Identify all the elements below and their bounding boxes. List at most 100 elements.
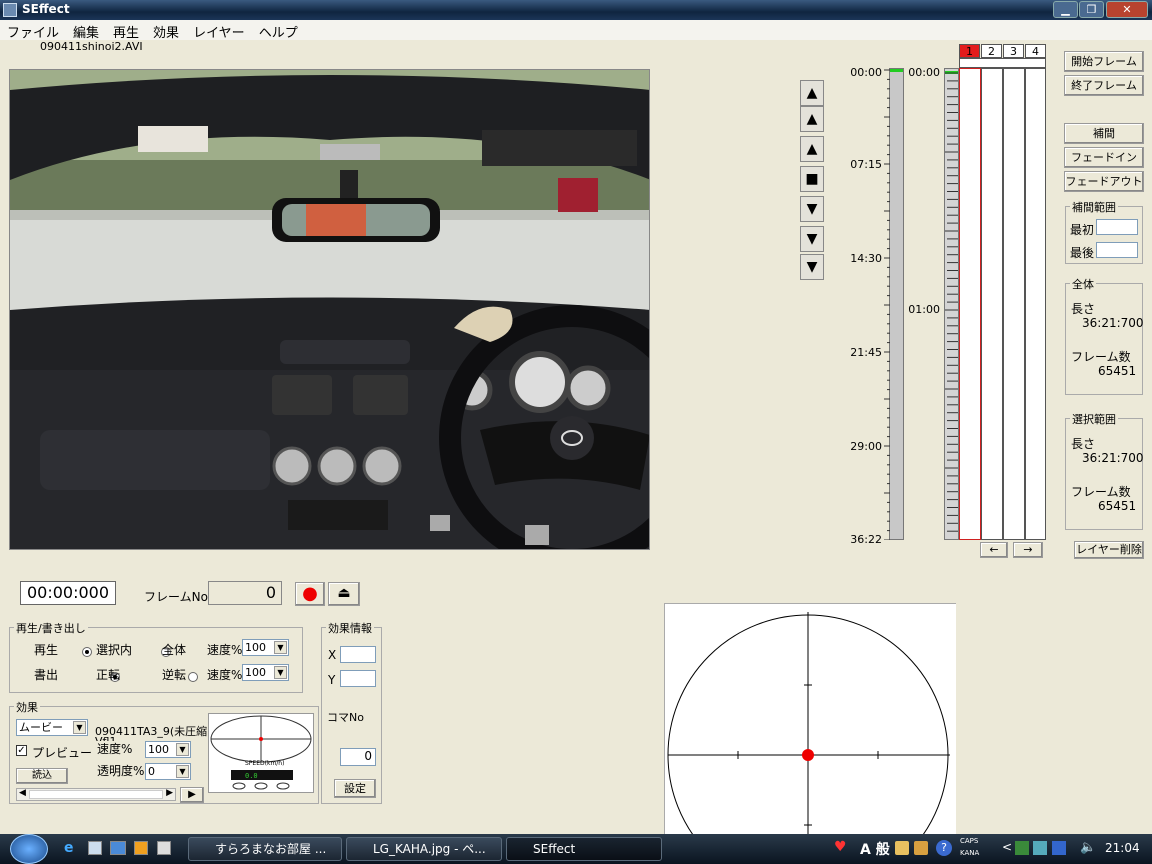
step-forward-button[interactable]: ▼ [800, 196, 824, 222]
play-all-label: 全体 [162, 643, 187, 657]
position-panel[interactable] [664, 603, 956, 835]
layer-tab-4[interactable]: 4 [1025, 44, 1046, 58]
app-quicklaunch-icon[interactable] [157, 841, 171, 855]
menu-layer[interactable]: レイヤー [186, 20, 252, 43]
opacity-select[interactable]: 0 ▼ [145, 763, 191, 780]
task-paint[interactable]: LG_KAHA.jpg - ペ... [346, 837, 502, 861]
ime-dict-icon[interactable] [914, 841, 928, 855]
whole-length-label: 長さ [1071, 302, 1096, 316]
play-selection-radio[interactable] [82, 646, 92, 657]
layer-1-track[interactable] [959, 68, 981, 540]
playback-export-group: 再生/書き出し 再生 選択内 全体 速度% 100 ▼ 書出 正転 逆転 速度% … [9, 620, 303, 693]
volume-icon[interactable]: 🔈 [1080, 840, 1096, 855]
whole-frames-label: フレーム数 [1071, 350, 1131, 364]
last-input[interactable] [1096, 242, 1138, 258]
frame-no-field[interactable]: 0 [208, 581, 282, 605]
play-speed-label: 速度% [207, 643, 243, 657]
position-handle[interactable] [802, 749, 814, 761]
effect-speed-select[interactable]: 100 ▼ [145, 741, 191, 758]
menu-bar: ファイル 編集 再生 効果 レイヤー ヘルプ [0, 20, 1152, 43]
layer-4-track[interactable] [1025, 68, 1046, 540]
ime-indicator[interactable]: A 般 [860, 839, 890, 859]
chevron-down-icon: ▼ [176, 765, 189, 778]
playback-title: 再生/書き出し [14, 620, 88, 636]
end-frame-button[interactable]: 終了フレーム [1064, 75, 1144, 96]
set-button[interactable]: 設定 [334, 779, 376, 798]
caps-indicator: CAPS [960, 837, 979, 845]
layer-tab-2[interactable]: 2 [981, 44, 1002, 58]
svg-text:0.0: 0.0 [245, 772, 258, 780]
y-label: Y [328, 673, 336, 687]
play-label: 再生 [34, 643, 59, 657]
preview-checkbox[interactable]: ✓ [16, 745, 27, 756]
first-frame-button[interactable]: ▲ [800, 80, 824, 106]
close-button[interactable]: ✕ [1106, 1, 1148, 18]
record-button[interactable]: ● [295, 582, 325, 606]
layer-header-row [959, 58, 1046, 68]
first-input[interactable] [1096, 219, 1138, 235]
layer-prev-button[interactable]: ← [980, 542, 1008, 558]
koma-label: コマNo [327, 711, 364, 724]
menu-help[interactable]: ヘルプ [252, 20, 305, 43]
task-seffect[interactable]: SEffect [506, 837, 662, 861]
write-reverse-radio[interactable] [188, 671, 199, 682]
fade-in-button[interactable]: フェードイン [1064, 147, 1144, 168]
koma-input[interactable]: 0 [340, 748, 376, 766]
x-input[interactable] [340, 646, 376, 663]
delete-layer-button[interactable]: レイヤー削除 [1074, 541, 1144, 559]
effect-play-button[interactable]: ▶ [180, 787, 204, 803]
tray-app-icon[interactable] [1015, 841, 1029, 855]
y-input[interactable] [340, 670, 376, 687]
kana-indicator: KANA [960, 849, 980, 857]
layer-3-track[interactable] [1003, 68, 1025, 540]
step-back-button[interactable]: ▲ [800, 136, 824, 162]
write-forward-label: 正転 [96, 668, 121, 682]
title-bar: SEffect ▁ ❐ ✕ [0, 0, 1152, 20]
fast-rewind-button[interactable]: ▲ [800, 106, 824, 132]
selection-length-label: 長さ [1071, 437, 1096, 451]
last-frame-button[interactable]: ▼ [800, 254, 824, 280]
help-icon[interactable]: ? [936, 840, 952, 856]
start-frame-button[interactable]: 開始フレーム [1064, 51, 1144, 72]
stop-button[interactable]: ■ [800, 166, 824, 192]
layer-2-track[interactable] [981, 68, 1003, 540]
selection-info-group: 選択範囲 長さ 36:21:700 フレーム数 65451 [1065, 411, 1144, 530]
menu-effect[interactable]: 効果 [146, 20, 186, 43]
layer-next-button[interactable]: → [1013, 542, 1043, 558]
layer-tab-1[interactable]: 1 [959, 44, 980, 58]
selection-frames-label: フレーム数 [1071, 485, 1131, 499]
maximize-button[interactable]: ❐ [1079, 1, 1104, 18]
network-icon[interactable] [1033, 841, 1047, 855]
zoom-timeline[interactable] [944, 68, 959, 540]
fade-out-button[interactable]: フェードアウト [1064, 171, 1144, 192]
load-button[interactable]: 読込 [16, 768, 68, 784]
interpolate-button[interactable]: 補間 [1064, 123, 1144, 144]
fast-forward-button[interactable]: ▼ [800, 226, 824, 252]
layer-tab-3[interactable]: 3 [1003, 44, 1024, 58]
zoom-timeline-start-label: 00:00 [908, 66, 940, 79]
desktop-icon[interactable] [110, 841, 126, 855]
effect-thumbnail: 0.0 SPEED(km/h) [208, 713, 314, 793]
ime-tool-icon[interactable] [895, 841, 909, 855]
window-title: SEffect [22, 2, 70, 16]
effect-type-select[interactable]: ムービー ▼ [16, 719, 88, 736]
minimize-button[interactable]: ▁ [1053, 1, 1078, 18]
ie-icon[interactable]: e [64, 840, 80, 856]
chevron-down-icon: ▼ [176, 743, 189, 756]
media-player-icon[interactable] [134, 841, 148, 855]
time-display: 00:00:000 [20, 581, 116, 605]
task-browser[interactable]: すらろまなお部屋 ... [188, 837, 342, 861]
tray-expand-icon[interactable]: < [1002, 840, 1012, 854]
effect-scrollbar[interactable]: ◀ ▶ [16, 788, 176, 801]
last-label: 最後 [1070, 246, 1095, 260]
notification-icon[interactable]: ♥ [834, 839, 847, 855]
eject-button[interactable]: ⏏ [328, 582, 360, 606]
selection-length-value: 36:21:700 [1082, 451, 1144, 465]
start-button[interactable] [10, 834, 48, 864]
play-speed-select[interactable]: 100 ▼ [242, 639, 289, 656]
tray-monitor-icon[interactable] [1052, 841, 1066, 855]
print-icon[interactable] [88, 841, 102, 855]
opacity-label: 透明度% [97, 764, 145, 778]
write-speed-select[interactable]: 100 ▼ [242, 664, 289, 681]
effect-speed-label: 速度% [97, 742, 133, 756]
